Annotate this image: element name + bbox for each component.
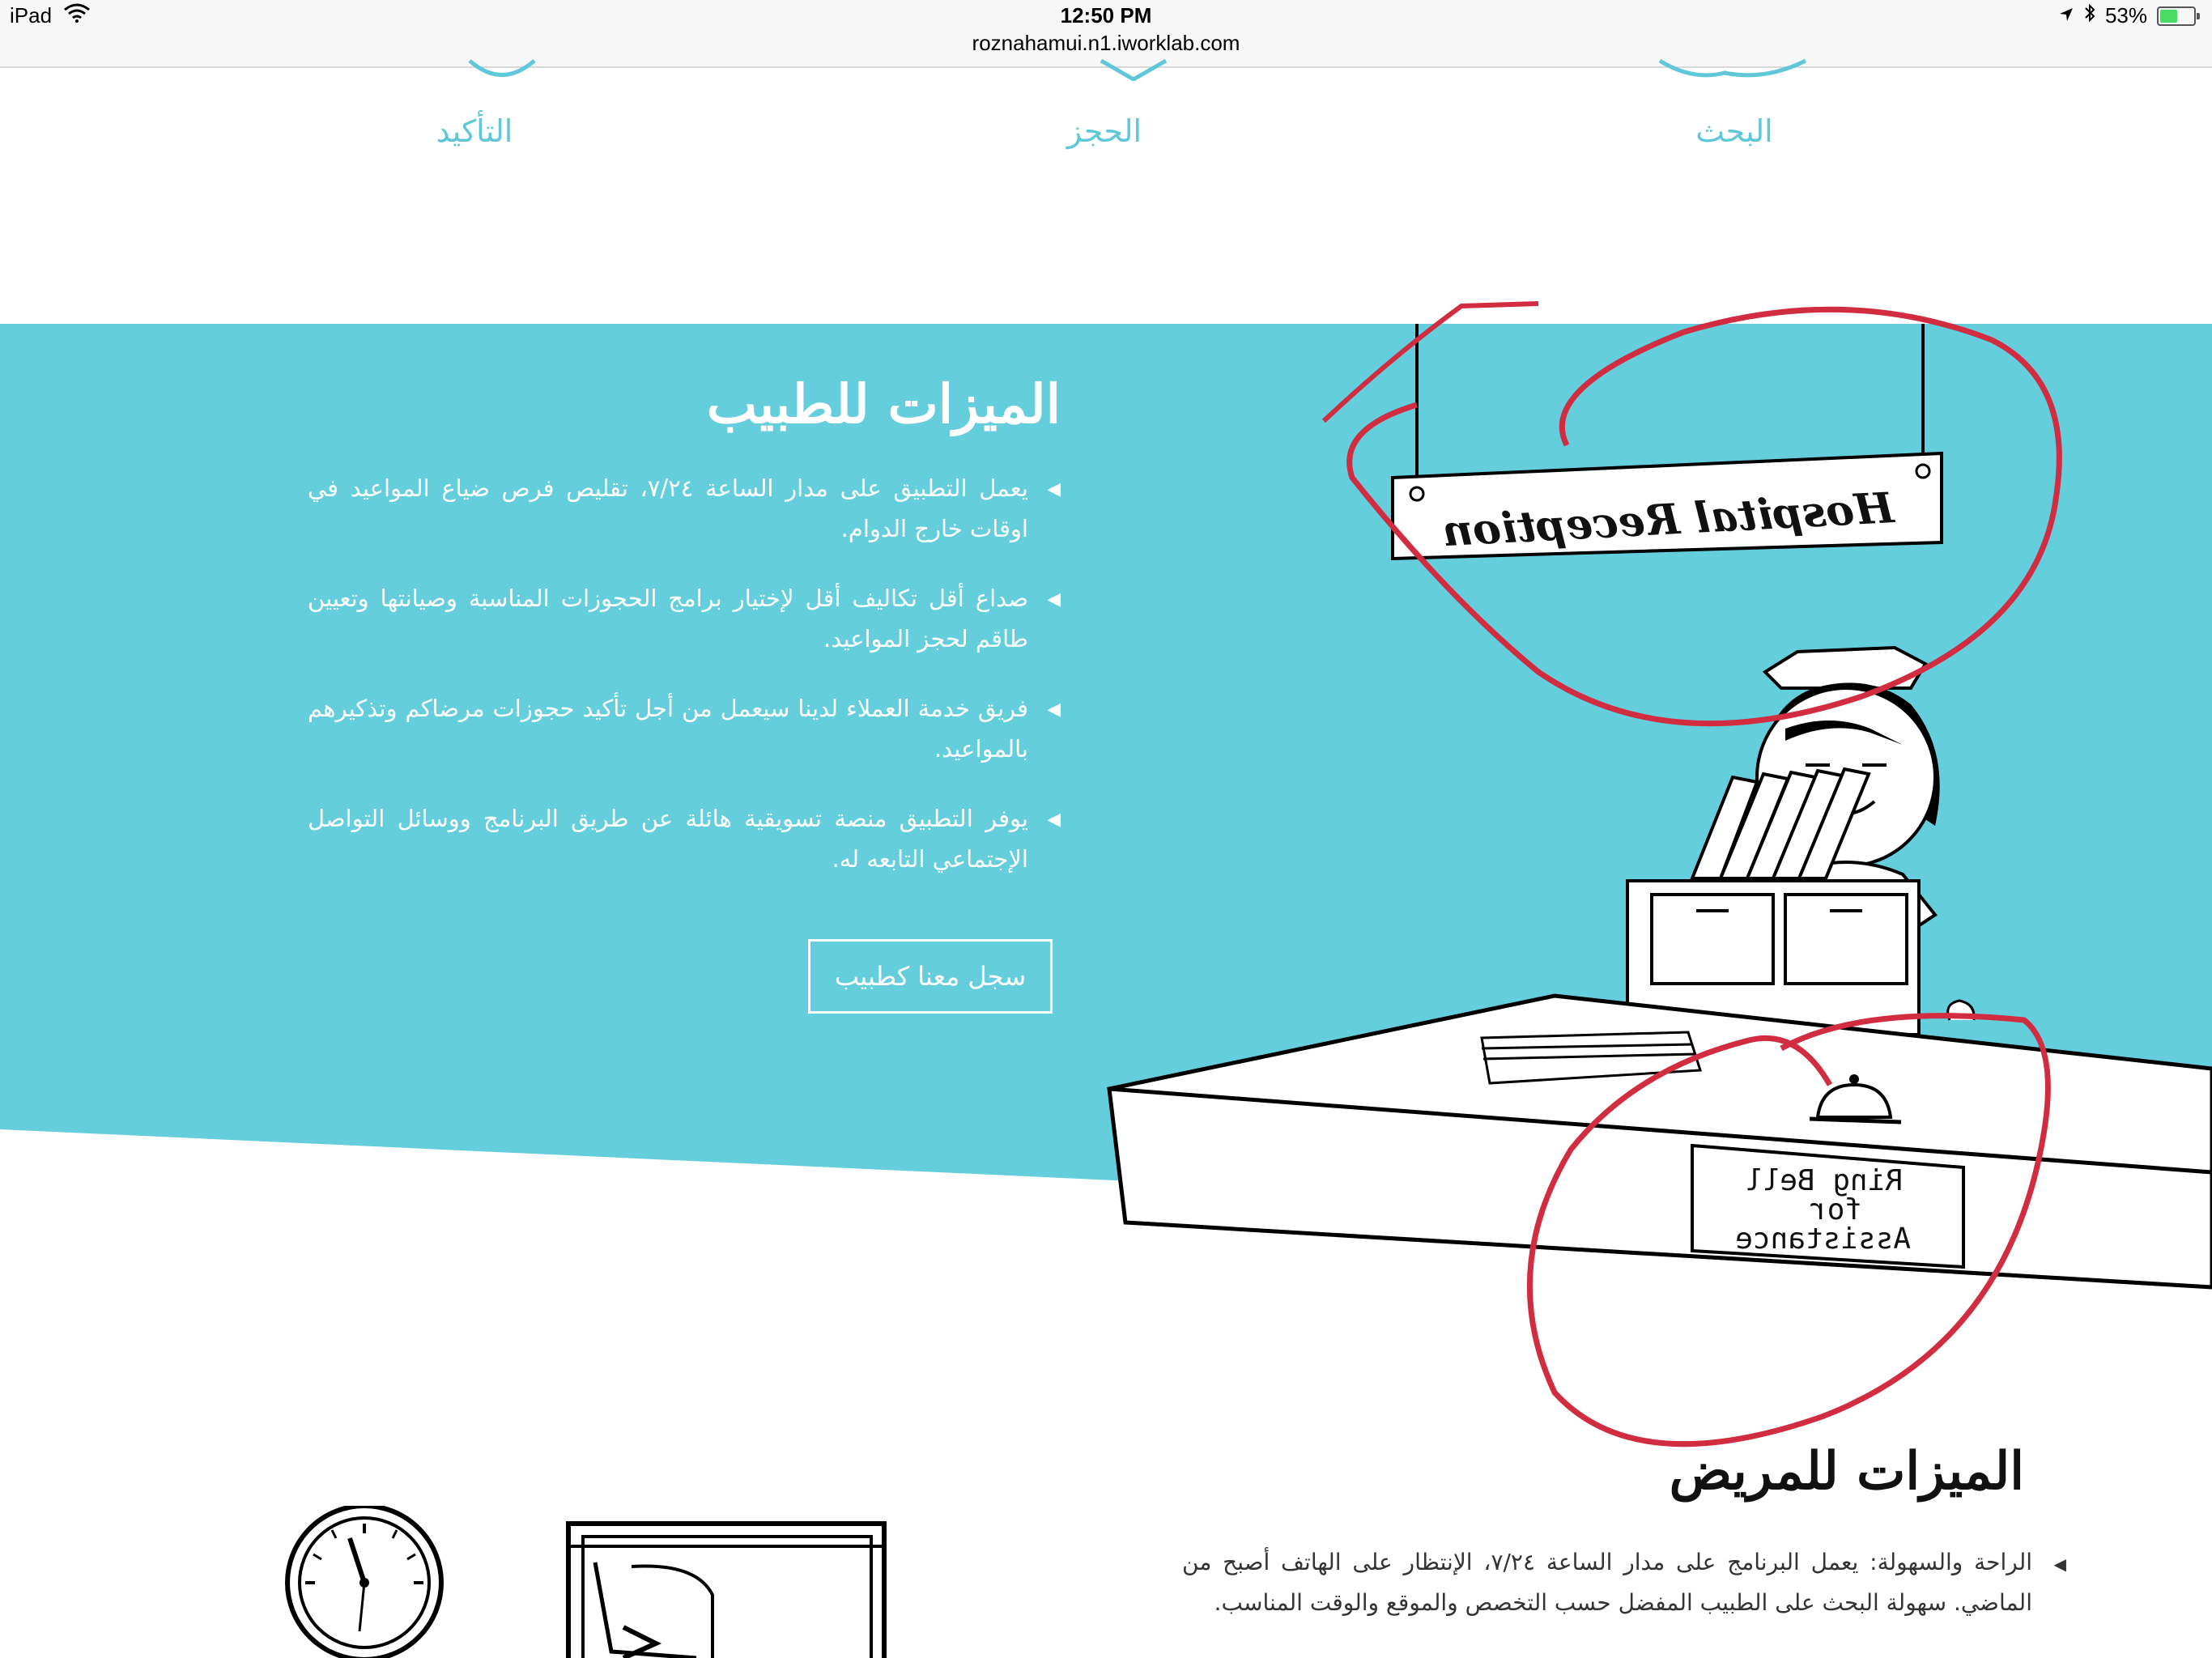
patient-feature-item: ◀ الراحة والسهولة: يعمل البرنامج على مدا… (1182, 1542, 2066, 1623)
doctor-feature-text: صداع أقل تكاليف أقل لإختيار برامج الحجوز… (308, 585, 1028, 653)
battery-percent: 53% (2104, 3, 2147, 28)
doctor-section-title: الميزات للطبيب (706, 372, 1061, 436)
status-right: 53% (2058, 3, 2200, 28)
patient-feature-text: الراحة والسهولة: يعمل البرنامج على مدار … (1182, 1549, 2033, 1616)
patient-section-title: الميزات للمريض (1669, 1441, 2024, 1502)
step-search-label: البحث (1695, 113, 1773, 149)
step-confirm-label: التأكيد (436, 113, 513, 149)
bullet-arrow-icon: ◀ (2053, 1554, 2066, 1574)
bell-sign-line3: Assistance (1735, 1222, 1911, 1256)
search-step-icon (1658, 58, 1807, 78)
patient-illustrations (285, 1506, 887, 1658)
doctor-feature-item: ◀ يوفر التطبيق منصة تسويقية هائلة عن طري… (308, 798, 1061, 879)
frame-illustration (566, 1521, 887, 1658)
doctor-feature-item: ◀ يعمل التطبيق على مدار الساعة ٧/٢٤، تقل… (308, 468, 1061, 549)
battery-fill (2160, 9, 2178, 23)
url-field[interactable]: roznahamui.n1.iworklab.com (0, 31, 2212, 56)
doctor-feature-text: يوفر التطبيق منصة تسويقية هائلة عن طريق … (308, 805, 1028, 873)
bell-sign-line1: Ring Bell (1745, 1164, 1903, 1197)
doctor-feature-item: ◀ صداع أقل تكاليف أقل لإختيار برامج الحج… (308, 578, 1061, 659)
clock-icon (285, 1506, 444, 1658)
doctor-features-section: الميزات للطبيب ◀ يعمل التطبيق على مدار ا… (308, 372, 1061, 908)
register-as-doctor-button[interactable]: سجل معنا كطبيب (808, 939, 1053, 1014)
doctor-feature-text: فريق خدمة العملاء لدينا سيعمل من أجل تأك… (308, 695, 1028, 763)
battery-tip (2197, 12, 2200, 19)
reception-illustration: Hospital Reception Ring Bell for Assista… (1107, 301, 2212, 1448)
location-icon (2058, 3, 2074, 28)
clock-time: 12:50 PM (1060, 3, 1152, 28)
bell-sign-line2: for (1810, 1193, 1862, 1226)
battery-icon (2157, 6, 2200, 26)
booking-step-icon (1100, 58, 1168, 81)
doctor-feature-item: ◀ فريق خدمة العملاء لدينا سيعمل من أجل ت… (308, 688, 1061, 769)
doctor-feature-text: يعمل التطبيق على مدار الساعة ٧/٢٤، تقليص… (308, 474, 1028, 542)
confirm-step-icon (468, 59, 536, 77)
bluetooth-icon (2084, 3, 2095, 28)
step-booking-label: الحجز (1066, 113, 1142, 149)
